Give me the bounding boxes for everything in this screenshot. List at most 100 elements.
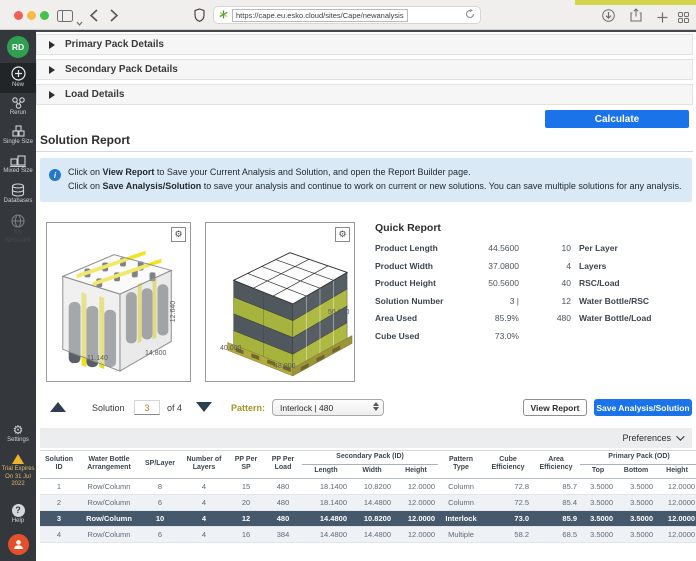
trial-text: 2022	[11, 481, 24, 487]
pallet-3d-viewer[interactable]: ⚙	[205, 222, 355, 382]
sidebar-item-databases[interactable]: Databases	[0, 181, 36, 205]
main-content: Primary Pack Details Secondary Pack Deta…	[36, 30, 696, 561]
col-header[interactable]: Height	[656, 464, 696, 478]
page-title: Solution Report	[40, 133, 130, 147]
sidebar-item-new[interactable]: New	[0, 63, 36, 93]
address-bar[interactable]: https://cape.eu.esko.cloud/sites/Cape/ne…	[213, 6, 481, 24]
avatar[interactable]: RD	[7, 36, 29, 58]
quick-report-row: Product Width37.0800 4Layers	[375, 261, 693, 271]
url-text[interactable]: https://cape.eu.esko.cloud/sites/Cape/ne…	[232, 9, 408, 22]
next-solution-button[interactable]	[196, 402, 212, 412]
table-row[interactable]: 4Row/Column6416384 14.480014.480012.0000…	[40, 526, 696, 542]
sidebar-toggle-icon[interactable]	[57, 9, 73, 27]
viewer-settings-icon[interactable]: ⚙	[171, 227, 186, 242]
pallet-3d-drawing	[206, 223, 354, 381]
info-icon: i	[49, 169, 61, 181]
col-header[interactable]: Width	[350, 464, 394, 478]
solution-number-input[interactable]: 3	[134, 400, 160, 415]
share-icon[interactable]	[630, 8, 642, 27]
solution-nav-row: Solution 3 of 4 Pattern: Interlock | 480…	[36, 397, 696, 419]
plus-circle-icon	[11, 66, 26, 81]
pattern-value: Interlock | 480	[280, 403, 333, 413]
browser-window: https://cape.eu.esko.cloud/sites/Cape/ne…	[0, 0, 696, 561]
pattern-select[interactable]: Interlock | 480	[272, 399, 384, 416]
download-icon[interactable]	[602, 9, 615, 27]
accordion-primary-pack-details[interactable]: Primary Pack Details	[36, 34, 693, 55]
col-header[interactable]: Top	[580, 464, 616, 478]
viewer-settings-icon[interactable]: ⚙	[335, 227, 350, 242]
close-window-button[interactable]	[14, 11, 23, 20]
table-row[interactable]: 2Row/Column6420480 18.140014.480012.0000…	[40, 494, 696, 510]
chevron-down-icon	[676, 432, 684, 440]
accordion-label: Secondary Pack Details	[65, 64, 178, 75]
site-favicon	[219, 6, 228, 24]
group-header-secondary-pack: Secondary Pack (ID)	[302, 451, 438, 465]
col-header[interactable]: Pattern Type	[438, 451, 484, 479]
quick-report: Quick Report Product Length44.5600 10Per…	[375, 222, 693, 348]
col-header[interactable]: Cube Efficiency	[484, 451, 532, 479]
col-header[interactable]: Number of Layers	[180, 451, 228, 479]
col-header[interactable]: PP Per SP	[228, 451, 264, 479]
view-report-button[interactable]: View Report	[523, 399, 587, 416]
forward-icon[interactable]	[110, 9, 118, 27]
table-row-selected[interactable]: 3Row/Column10412480 14.480010.820012.000…	[40, 510, 696, 526]
solution-label: Solution	[92, 403, 125, 413]
gear-icon: ⚙	[13, 423, 24, 437]
col-header[interactable]: Solution ID	[40, 451, 78, 479]
sidebar-item-rerun[interactable]: Rerun	[0, 94, 36, 117]
window-corner-strip	[575, 0, 696, 5]
new-tab-icon[interactable]	[657, 10, 668, 28]
save-analysis-solution-button[interactable]: Save Analysis/Solution	[594, 399, 692, 416]
quick-report-title: Quick Report	[375, 222, 693, 234]
chat-beacon-button[interactable]	[8, 534, 29, 555]
accordion-secondary-pack-details[interactable]: Secondary Pack Details	[36, 59, 693, 80]
calculate-button[interactable]: Calculate	[545, 110, 689, 128]
sidebar-item-label: Rerun	[0, 110, 36, 117]
col-header[interactable]: Length	[302, 464, 350, 478]
reload-icon[interactable]	[465, 6, 475, 24]
quick-report-row: Product Length44.5600 10Per Layer	[375, 243, 693, 253]
table-row[interactable]: 1Row/Column8415480 18.140010.820012.0000…	[40, 478, 696, 494]
zoom-window-button[interactable]	[40, 11, 49, 20]
col-header[interactable]: Height	[394, 464, 438, 478]
chevron-down-icon[interactable]	[76, 13, 83, 31]
quick-report-row: Solution Number3 | 12Water Bottle/RSC	[375, 296, 693, 306]
shield-icon[interactable]	[194, 8, 205, 27]
mixed-size-icon	[10, 154, 26, 167]
trial-notice: Trial Expires On 31 Jul 2022	[0, 454, 36, 489]
sidebar-item-my-network[interactable]: My Network	[0, 212, 36, 245]
expand-caret-icon	[49, 66, 55, 74]
accordion-load-details[interactable]: Load Details	[36, 84, 693, 105]
case-3d-drawing	[47, 223, 190, 381]
expand-caret-icon	[49, 91, 55, 99]
browser-toolbar: https://cape.eu.esko.cloud/sites/Cape/ne…	[0, 0, 696, 30]
preferences-label: Preferences	[622, 433, 671, 443]
solution-of-label: of 4	[167, 403, 182, 413]
globe-icon	[11, 214, 25, 228]
sidebar-item-help[interactable]: ? Help	[0, 502, 36, 525]
col-header[interactable]: SP/Layer	[140, 451, 180, 479]
back-icon[interactable]	[90, 9, 98, 27]
previous-solution-button[interactable]	[50, 402, 66, 412]
load-length-dim: 48.000	[274, 363, 295, 370]
col-header[interactable]: PP Per Load	[264, 451, 302, 479]
col-header[interactable]: Bottom	[616, 464, 656, 478]
app-sidebar: RD New Rerun Single Size Mixed Size Data…	[0, 30, 36, 561]
sidebar-item-settings[interactable]: ⚙ Settings	[0, 422, 36, 444]
sidebar-item-single-size[interactable]: Single Size	[0, 123, 36, 146]
content-top-divider	[36, 30, 696, 32]
sidebar-item-mixed-size[interactable]: Mixed Size	[0, 152, 36, 175]
minimize-window-button[interactable]	[27, 11, 36, 20]
preferences-bar[interactable]: Preferences	[40, 428, 692, 448]
col-header[interactable]: Water Bottle Arrangement	[78, 451, 140, 479]
person-icon	[13, 539, 24, 550]
info-line-2: Click on Save Analysis/Solution to save …	[68, 179, 682, 193]
load-height-dim: 56.060	[328, 309, 349, 316]
col-header[interactable]: Area Efficiency	[532, 451, 580, 479]
table-group-header-row: Solution ID Water Bottle Arrangement SP/…	[40, 451, 696, 465]
rerun-icon	[11, 96, 26, 109]
title-rule	[36, 151, 693, 152]
stepper-arrows-icon	[373, 402, 379, 411]
case-3d-viewer[interactable]: ⚙	[46, 222, 191, 382]
tab-overview-icon[interactable]	[678, 10, 689, 28]
